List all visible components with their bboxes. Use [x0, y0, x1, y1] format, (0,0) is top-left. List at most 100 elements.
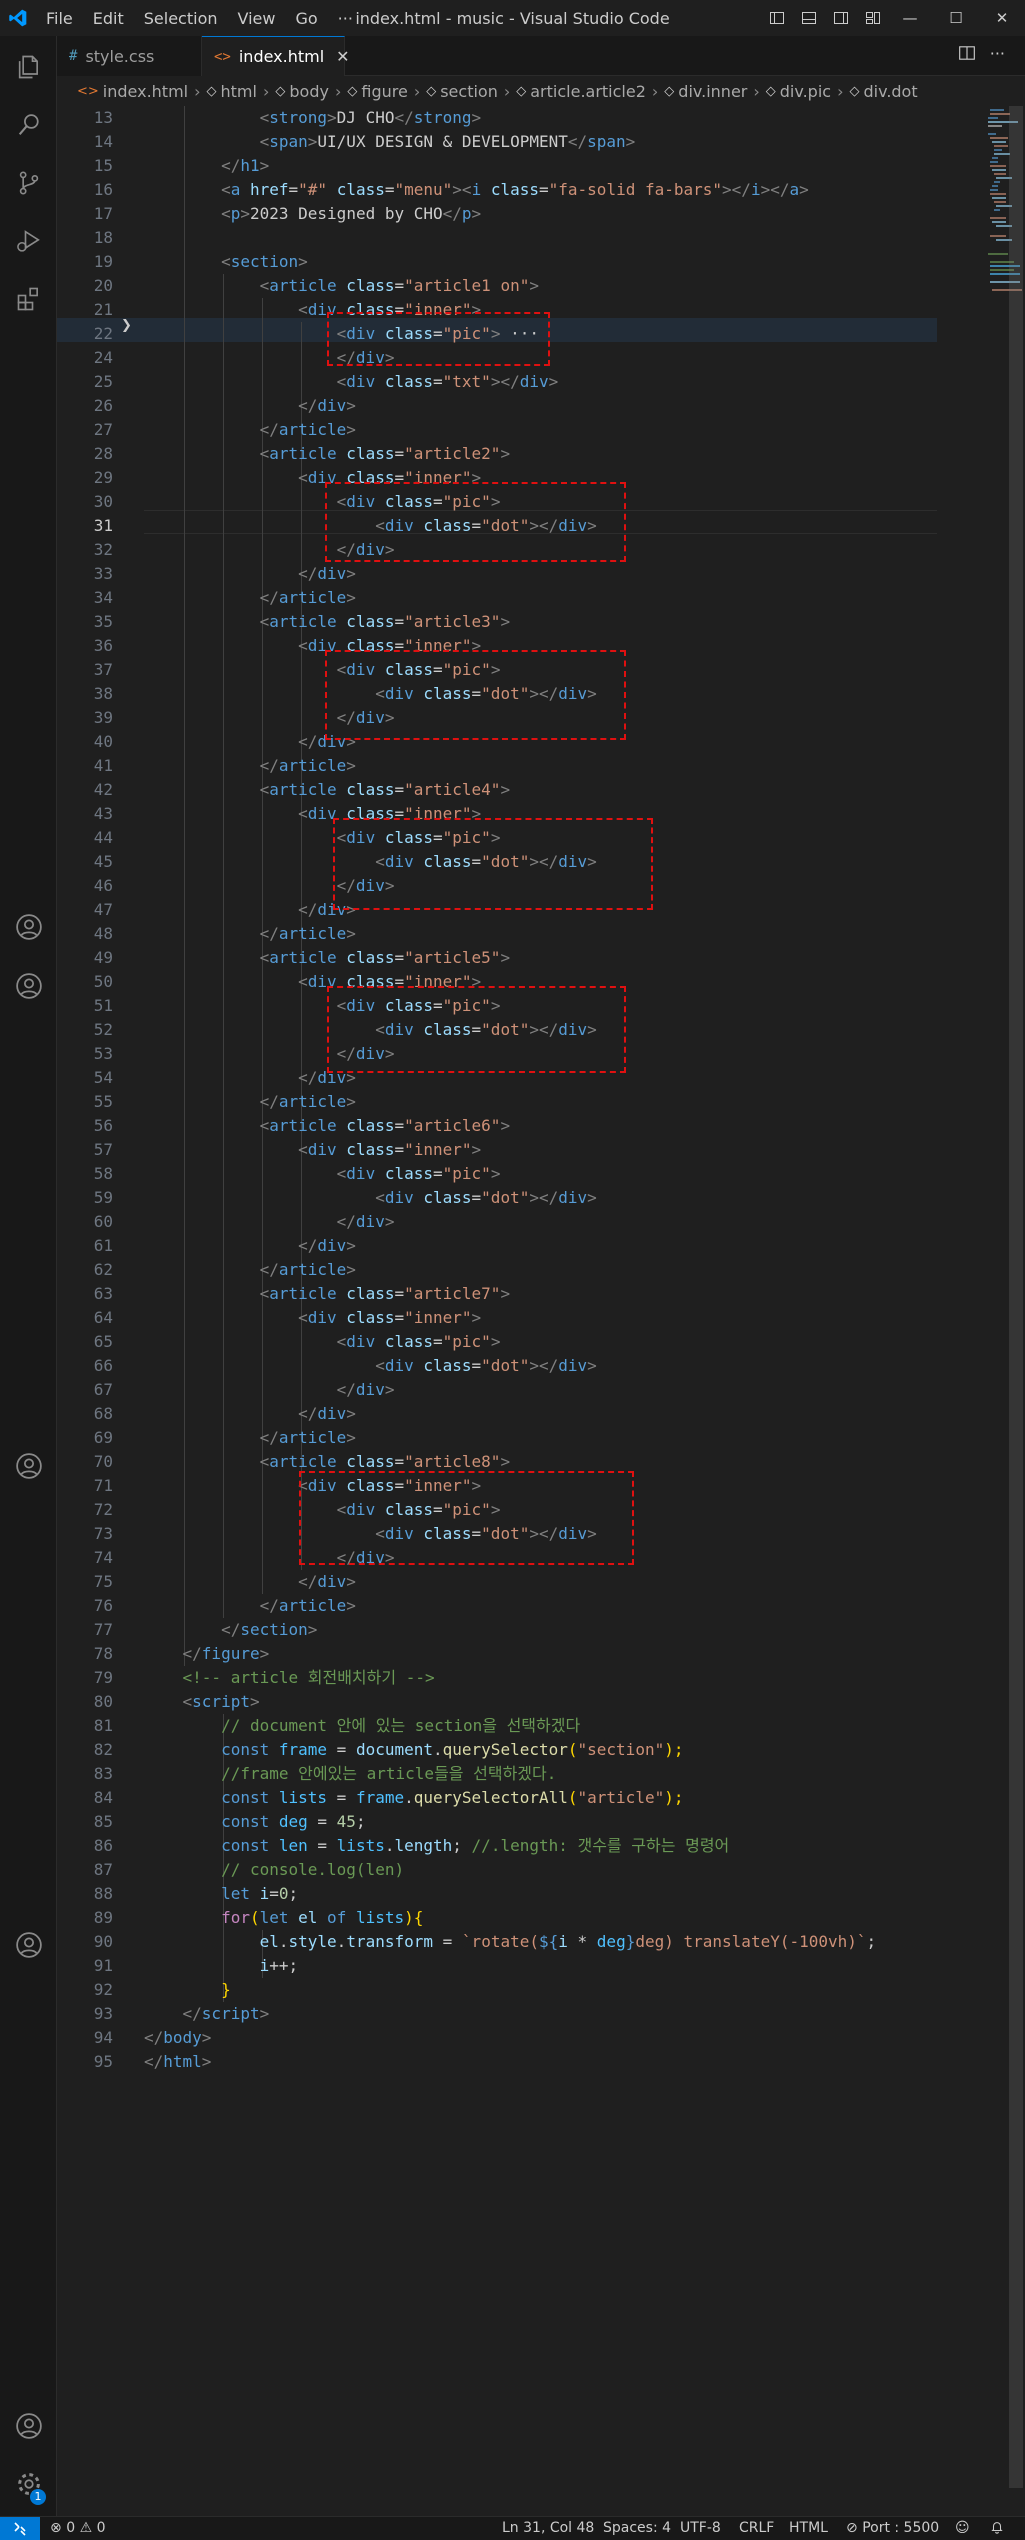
code-line[interactable]: </div>: [144, 394, 356, 418]
menu-file[interactable]: File: [36, 9, 83, 28]
code-line[interactable]: </html>: [144, 2050, 211, 2074]
menu-go[interactable]: Go: [285, 9, 327, 28]
code-line[interactable]: <span>UI/UX DESIGN & DEVELOPMENT</span>: [144, 130, 636, 154]
code-line[interactable]: <div class="pic">: [144, 1162, 501, 1186]
account-icon-3[interactable]: [0, 1437, 57, 1495]
code-line[interactable]: </section>: [144, 1618, 317, 1642]
code-line[interactable]: </body>: [144, 2026, 211, 2050]
account-icon-4[interactable]: [0, 1916, 57, 1974]
minimize-icon[interactable]: —: [887, 0, 933, 36]
breadcrumb-div-dot[interactable]: ◇ div.dot: [849, 82, 917, 101]
toggle-panel-icon[interactable]: [797, 6, 821, 30]
customize-layout-icon[interactable]: [861, 6, 885, 30]
code-line[interactable]: </div>: [144, 1570, 356, 1594]
code-line[interactable]: <article class="article3">: [144, 610, 510, 634]
menu-selection[interactable]: Selection: [134, 9, 228, 28]
breadcrumb-figure[interactable]: ◇ figure: [347, 82, 407, 101]
code-line[interactable]: </article>: [144, 1258, 356, 1282]
breadcrumb-section[interactable]: ◇ section: [426, 82, 498, 101]
code-line[interactable]: <strong>DJ CHO</strong>: [144, 106, 482, 130]
code-line[interactable]: </div>: [144, 898, 356, 922]
code-line[interactable]: <article class="article7">: [144, 1282, 510, 1306]
code-line[interactable]: </article>: [144, 922, 356, 946]
search-icon[interactable]: [0, 96, 57, 154]
remote-indicator-icon[interactable]: [0, 2517, 40, 2540]
tab-style-css[interactable]: # style.css: [57, 36, 202, 76]
more-actions-icon[interactable]: ···: [990, 44, 1005, 66]
tab-index-html[interactable]: <> index.html ✕: [202, 36, 350, 76]
code-line[interactable]: <div class="inner">: [144, 1306, 481, 1330]
code-line[interactable]: <!-- article 회전배치하기 -->: [144, 1666, 435, 1690]
code-line[interactable]: <article class="article2">: [144, 442, 510, 466]
accounts-icon[interactable]: [0, 2397, 57, 2455]
menu-more[interactable]: ···: [328, 9, 363, 28]
code-editor[interactable]: 13 14 15 16 17 18 19 20 21 22 24 25 26 27 28 29 30 31 32 33…: [57, 106, 1025, 2488]
source-control-icon[interactable]: [0, 154, 57, 212]
code-line[interactable]: </div>: [144, 1234, 356, 1258]
code-line[interactable]: </div>: [144, 1402, 356, 1426]
code-line[interactable]: <article class="article5">: [144, 946, 510, 970]
breadcrumb-body[interactable]: ◇ body: [275, 82, 329, 101]
code-line[interactable]: const len = lists.length; //.length: 갯수를…: [144, 1834, 729, 1858]
code-line[interactable]: <article class="article6">: [144, 1114, 510, 1138]
manage-gear-icon[interactable]: 1: [0, 2455, 57, 2513]
maximize-icon[interactable]: ☐: [933, 0, 979, 36]
close-tab-icon[interactable]: ✕: [336, 47, 349, 66]
code-line[interactable]: </div>: [144, 1066, 356, 1090]
close-window-icon[interactable]: ✕: [979, 0, 1025, 36]
toggle-primary-sidebar-icon[interactable]: [765, 6, 789, 30]
account-icon-2[interactable]: [0, 957, 57, 1015]
code-line[interactable]: for(let el of lists){: [144, 1906, 423, 1930]
eol-status[interactable]: CRLF: [739, 2520, 774, 2536]
code-line[interactable]: //frame 안에있는 article들을 선택하겠다.: [144, 1762, 556, 1786]
code-line[interactable]: }: [144, 1978, 231, 2002]
code-line[interactable]: </div>: [144, 1210, 395, 1234]
code-line[interactable]: </article>: [144, 418, 356, 442]
split-editor-icon[interactable]: [958, 44, 976, 66]
menu-view[interactable]: View: [228, 9, 286, 28]
code-line[interactable]: </script>: [144, 2002, 270, 2026]
extensions-icon[interactable]: [0, 270, 57, 328]
breadcrumb-file[interactable]: <> index.html: [77, 82, 188, 101]
feedback-icon[interactable]: ☺: [955, 2520, 970, 2536]
breadcrumb-article2[interactable]: ◇ article.article2: [516, 82, 646, 101]
language-mode[interactable]: HTML: [789, 2520, 828, 2536]
code-line[interactable]: // document 안에 있는 section을 선택하겠다: [144, 1714, 580, 1738]
menu-edit[interactable]: Edit: [83, 9, 134, 28]
code-line[interactable]: let i=0;: [144, 1882, 298, 1906]
code-line[interactable]: const deg = 45;: [144, 1810, 366, 1834]
code-line[interactable]: el.style.transform = `rotate(${i * deg}d…: [144, 1930, 877, 1954]
folded-chevron-icon[interactable]: ❯: [121, 318, 132, 333]
code-line[interactable]: </figure>: [144, 1642, 270, 1666]
code-line[interactable]: </article>: [144, 1594, 356, 1618]
code-line[interactable]: <script>: [144, 1690, 260, 1714]
vertical-scrollbar[interactable]: [1009, 106, 1023, 2488]
code-line[interactable]: </article>: [144, 754, 356, 778]
code-line[interactable]: </article>: [144, 586, 356, 610]
breadcrumb-div-pic[interactable]: ◇ div.pic: [766, 82, 831, 101]
code-line[interactable]: <div class="inner">: [144, 1138, 481, 1162]
notifications-bell-icon[interactable]: [990, 2520, 1004, 2538]
code-line[interactable]: </div>: [144, 1378, 395, 1402]
cursor-position[interactable]: Ln 31, Col 48: [502, 2520, 594, 2536]
account-icon-1[interactable]: [0, 898, 57, 956]
code-line[interactable]: i++;: [144, 1954, 299, 1978]
code-line[interactable]: </article>: [144, 1090, 356, 1114]
code-line[interactable]: // console.log(len): [144, 1858, 404, 1882]
breadcrumb-html[interactable]: ◇ html: [207, 82, 257, 101]
problems-indicator[interactable]: ⊗ 0 ⚠ 0: [50, 2520, 106, 2536]
encoding-status[interactable]: UTF-8: [680, 2520, 721, 2536]
code-line[interactable]: </article>: [144, 1426, 356, 1450]
code-line[interactable]: <a href="#" class="menu"><i class="fa-so…: [144, 178, 809, 202]
code-line[interactable]: <div class="txt"></div>: [144, 370, 559, 394]
code-line[interactable]: <div class="pic">: [144, 1330, 501, 1354]
code-line[interactable]: <article class="article4">: [144, 778, 510, 802]
code-line[interactable]: <div class="dot"></div>: [144, 1354, 597, 1378]
breadcrumb-div-inner[interactable]: ◇ div.inner: [664, 82, 747, 101]
explorer-icon[interactable]: [0, 38, 57, 96]
code-line[interactable]: </h1>: [144, 154, 269, 178]
code-line[interactable]: <section>: [144, 250, 308, 274]
code-line[interactable]: const lists = frame.querySelectorAll("ar…: [144, 1786, 683, 1810]
code-line[interactable]: <article class="article1 on">: [144, 274, 539, 298]
code-line[interactable]: <div class="dot"></div>: [144, 1186, 597, 1210]
